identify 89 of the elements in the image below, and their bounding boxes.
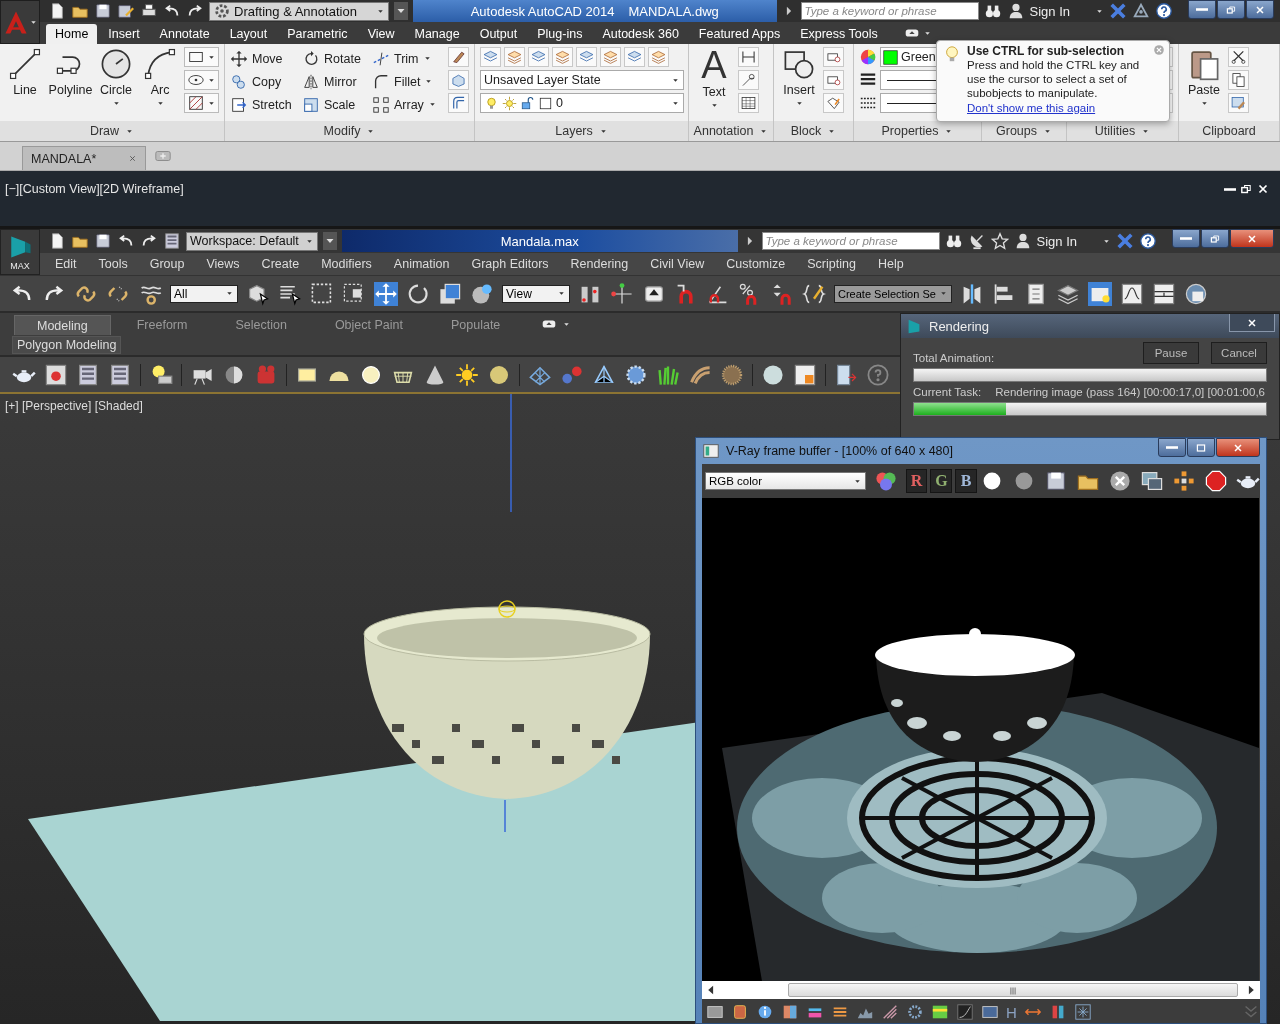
ribbon-tab[interactable]: Insert [99,24,149,44]
selection-filter-dropdown[interactable]: All [170,284,238,303]
layer-state-dropdown[interactable]: Unsaved Layer State [480,70,684,90]
panel-title[interactable]: Annotation [689,121,773,141]
channel-button[interactable]: B [955,469,977,493]
workspace-dropdown[interactable]: Workspace: Default [186,231,318,251]
tooltip-text: Press and hold the CTRL key and use the cursor to select a set of subobjects to manipulate. [967,58,1141,100]
menu-item[interactable]: Tools [87,257,139,271]
modify-tool-button[interactable]: Rotate [302,47,372,70]
ribbon-tab[interactable]: Layout [220,24,277,44]
viewport-label[interactable]: [−][Custom View][2D Wireframe] [5,182,184,196]
progress-label: Current Task: [913,386,982,398]
paste-tool-button[interactable]: Paste [1184,47,1224,108]
sign-in-link[interactable]: Sign In [1036,233,1077,249]
modify-tool-button[interactable]: Fillet [372,70,444,93]
menu-item[interactable]: Help [866,257,915,271]
ribbon-tab[interactable]: Plug-ins [528,24,592,44]
window-title: V-Ray frame buffer - [100% of 640 x 480] [726,444,954,458]
panel-title: Clipboard [1179,121,1279,141]
application-menu-button[interactable]: MAX [0,229,40,275]
text-tool-button[interactable]: A Text [694,47,734,110]
dialog-title: Rendering [929,318,990,334]
document-tab[interactable]: MANDALA* [22,146,146,170]
modify-tool-button[interactable]: Mirror [302,70,372,93]
ribbon-tab[interactable]: Selection [213,315,309,335]
menu-item[interactable]: Civil View [639,257,716,271]
progress-label: Total Animation: [913,352,996,364]
workspace-dropdown[interactable]: Drafting & Annotation [209,1,389,21]
ribbon-panel-tab[interactable]: Polygon Modeling [12,336,122,354]
viewport-label[interactable]: [+] [Perspective] [Shaded] [5,399,143,413]
menu-item[interactable]: Graph Editors [460,257,560,271]
ribbon-tab[interactable]: Featured Apps [689,24,790,44]
panel-title[interactable]: Utilities [1067,121,1178,141]
insert-tool-button[interactable]: Insert [779,47,819,108]
menu-item[interactable]: Customize [715,257,797,271]
panel-title[interactable]: Groups [982,121,1066,141]
draw-tool-button[interactable]: Line [5,47,45,97]
modify-tool-button[interactable]: Array [372,93,444,116]
draw-tool-button[interactable]: Arc [140,47,180,108]
sign-in-link[interactable]: Sign In [1029,3,1070,19]
channel-button[interactable]: G [930,469,953,493]
history-button[interactable]: H [1006,1003,1017,1021]
ribbon-tab[interactable]: Object Paint [312,315,425,335]
ribbon-tab[interactable]: Autodesk 360 [593,24,688,44]
ribbon-tab[interactable]: Freeform [114,315,210,335]
modify-tool-button[interactable]: Scale [302,93,372,116]
menu-item[interactable]: Edit [44,257,88,271]
draw-tool-button[interactable]: Polyline [49,47,92,97]
channel-button[interactable]: R [905,469,928,493]
cancel-button[interactable]: Cancel [1211,342,1267,364]
menu-item[interactable]: Scripting [796,257,867,271]
menu-item[interactable]: Rendering [559,257,640,271]
panel-title[interactable]: Modify [225,121,474,141]
file-name: MANDALA.dwg [628,3,719,19]
ribbon-tab[interactable]: Annotate [150,24,219,44]
panel-title[interactable]: Block [774,121,853,141]
modify-tool-button[interactable]: Move [230,47,302,70]
pause-button[interactable]: Pause [1143,342,1199,364]
menu-item[interactable]: Views [195,257,251,271]
window-title: Autodesk AutoCAD 2014 [470,3,615,19]
ribbon-tab[interactable]: Express Tools [791,24,887,44]
panel-title[interactable]: Properties [854,121,981,141]
channel-dropdown[interactable]: RGB color [705,472,866,490]
menu-item[interactable]: Animation [382,257,461,271]
selection-set-dropdown[interactable]: Create Selection Se [834,284,952,303]
modify-tool-button[interactable]: Stretch [230,93,302,116]
menu-item[interactable]: Create [250,257,311,271]
ribbon-tab[interactable]: Populate [428,315,523,335]
layer-dropdown[interactable]: 0 [480,93,684,113]
reference-coordinate-dropdown[interactable]: View [502,284,570,303]
ribbon-tab[interactable]: View [358,24,404,44]
menu-item[interactable]: Modifiers [310,257,383,271]
ribbon-tab[interactable]: Modeling [14,315,111,335]
file-name: Mandala.max [500,233,579,249]
panel-title[interactable]: Layers [475,121,688,141]
search-field[interactable]: Type a keyword or phrase [800,2,979,20]
tooltip-title: Use CTRL for sub-selection [967,44,1126,58]
modify-tool-button[interactable]: Trim [372,47,444,70]
search-field[interactable]: Type a keyword or phrase [761,232,940,250]
modify-tool-button[interactable]: Copy [230,70,302,93]
ribbon-tab[interactable]: Output [470,24,527,44]
panel-title[interactable]: Draw [0,121,224,141]
ribbon-tab[interactable]: Manage [405,24,469,44]
draw-tool-button[interactable]: Circle [96,47,136,108]
menu-item[interactable]: Group [138,257,196,271]
task-status: Rendering image (pass 164) [00:00:17,0] [00:01:00,6 [995,386,1265,398]
ribbon-tab[interactable]: Parametric [278,24,357,44]
dismiss-link[interactable]: Don't show me this again [967,101,1149,115]
ribbon-tab[interactable]: Home [46,24,98,44]
